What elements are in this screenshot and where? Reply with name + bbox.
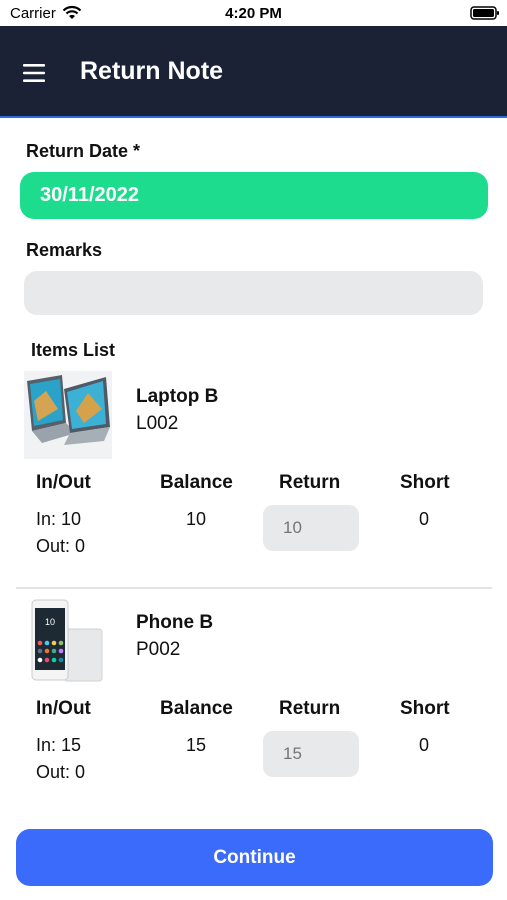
battery-icon <box>470 6 499 20</box>
item-code: P002 <box>136 639 181 660</box>
short-header: Short <box>400 472 450 493</box>
balance-header: Balance <box>160 472 233 493</box>
list-item: 10 Phone B P002 In/Out Balance Return Sh… <box>0 597 507 797</box>
remarks-input[interactable] <box>24 271 483 315</box>
out-value: Out: 0 <box>36 762 86 782</box>
hamburger-menu-icon[interactable] <box>22 63 48 83</box>
divider <box>16 587 492 589</box>
in-out-header: In/Out <box>36 698 91 719</box>
short-value: 0 <box>419 509 430 529</box>
in-out-header: In/Out <box>36 472 91 493</box>
svg-text:10: 10 <box>45 617 55 627</box>
page-title: Return Note <box>80 57 224 85</box>
return-date-field[interactable]: 30/11/2022 <box>20 172 488 219</box>
balance-header: Balance <box>160 698 233 719</box>
continue-button[interactable]: Continue <box>16 829 493 886</box>
return-date-label: Return Date * <box>26 141 141 161</box>
list-item: Laptop B L002 In/Out Balance Return Shor… <box>0 371 507 571</box>
balance-value: 10 <box>186 509 207 529</box>
item-name: Phone B <box>136 612 214 633</box>
in-value: In: 15 <box>36 735 82 755</box>
balance-value: 15 <box>186 735 207 755</box>
return-header: Return <box>279 472 341 493</box>
short-value: 0 <box>419 735 430 755</box>
clock: 4:20 PM <box>225 5 282 22</box>
item-code: L002 <box>136 413 179 434</box>
short-header: Short <box>400 698 450 719</box>
return-header: Return <box>279 698 341 719</box>
phone-image: 10 <box>24 597 112 685</box>
status-bar: Carrier 4:20 PM <box>0 0 507 26</box>
laptop-image <box>24 371 112 459</box>
remarks-label: Remarks <box>26 240 103 260</box>
return-quantity-input[interactable] <box>263 505 359 551</box>
out-value: Out: 0 <box>36 536 86 556</box>
app-header: Return Note <box>0 26 507 118</box>
items-list-label: Items List <box>31 340 116 360</box>
in-value: In: 10 <box>36 509 82 529</box>
return-quantity-input[interactable] <box>263 731 359 777</box>
item-name: Laptop B <box>136 386 219 407</box>
